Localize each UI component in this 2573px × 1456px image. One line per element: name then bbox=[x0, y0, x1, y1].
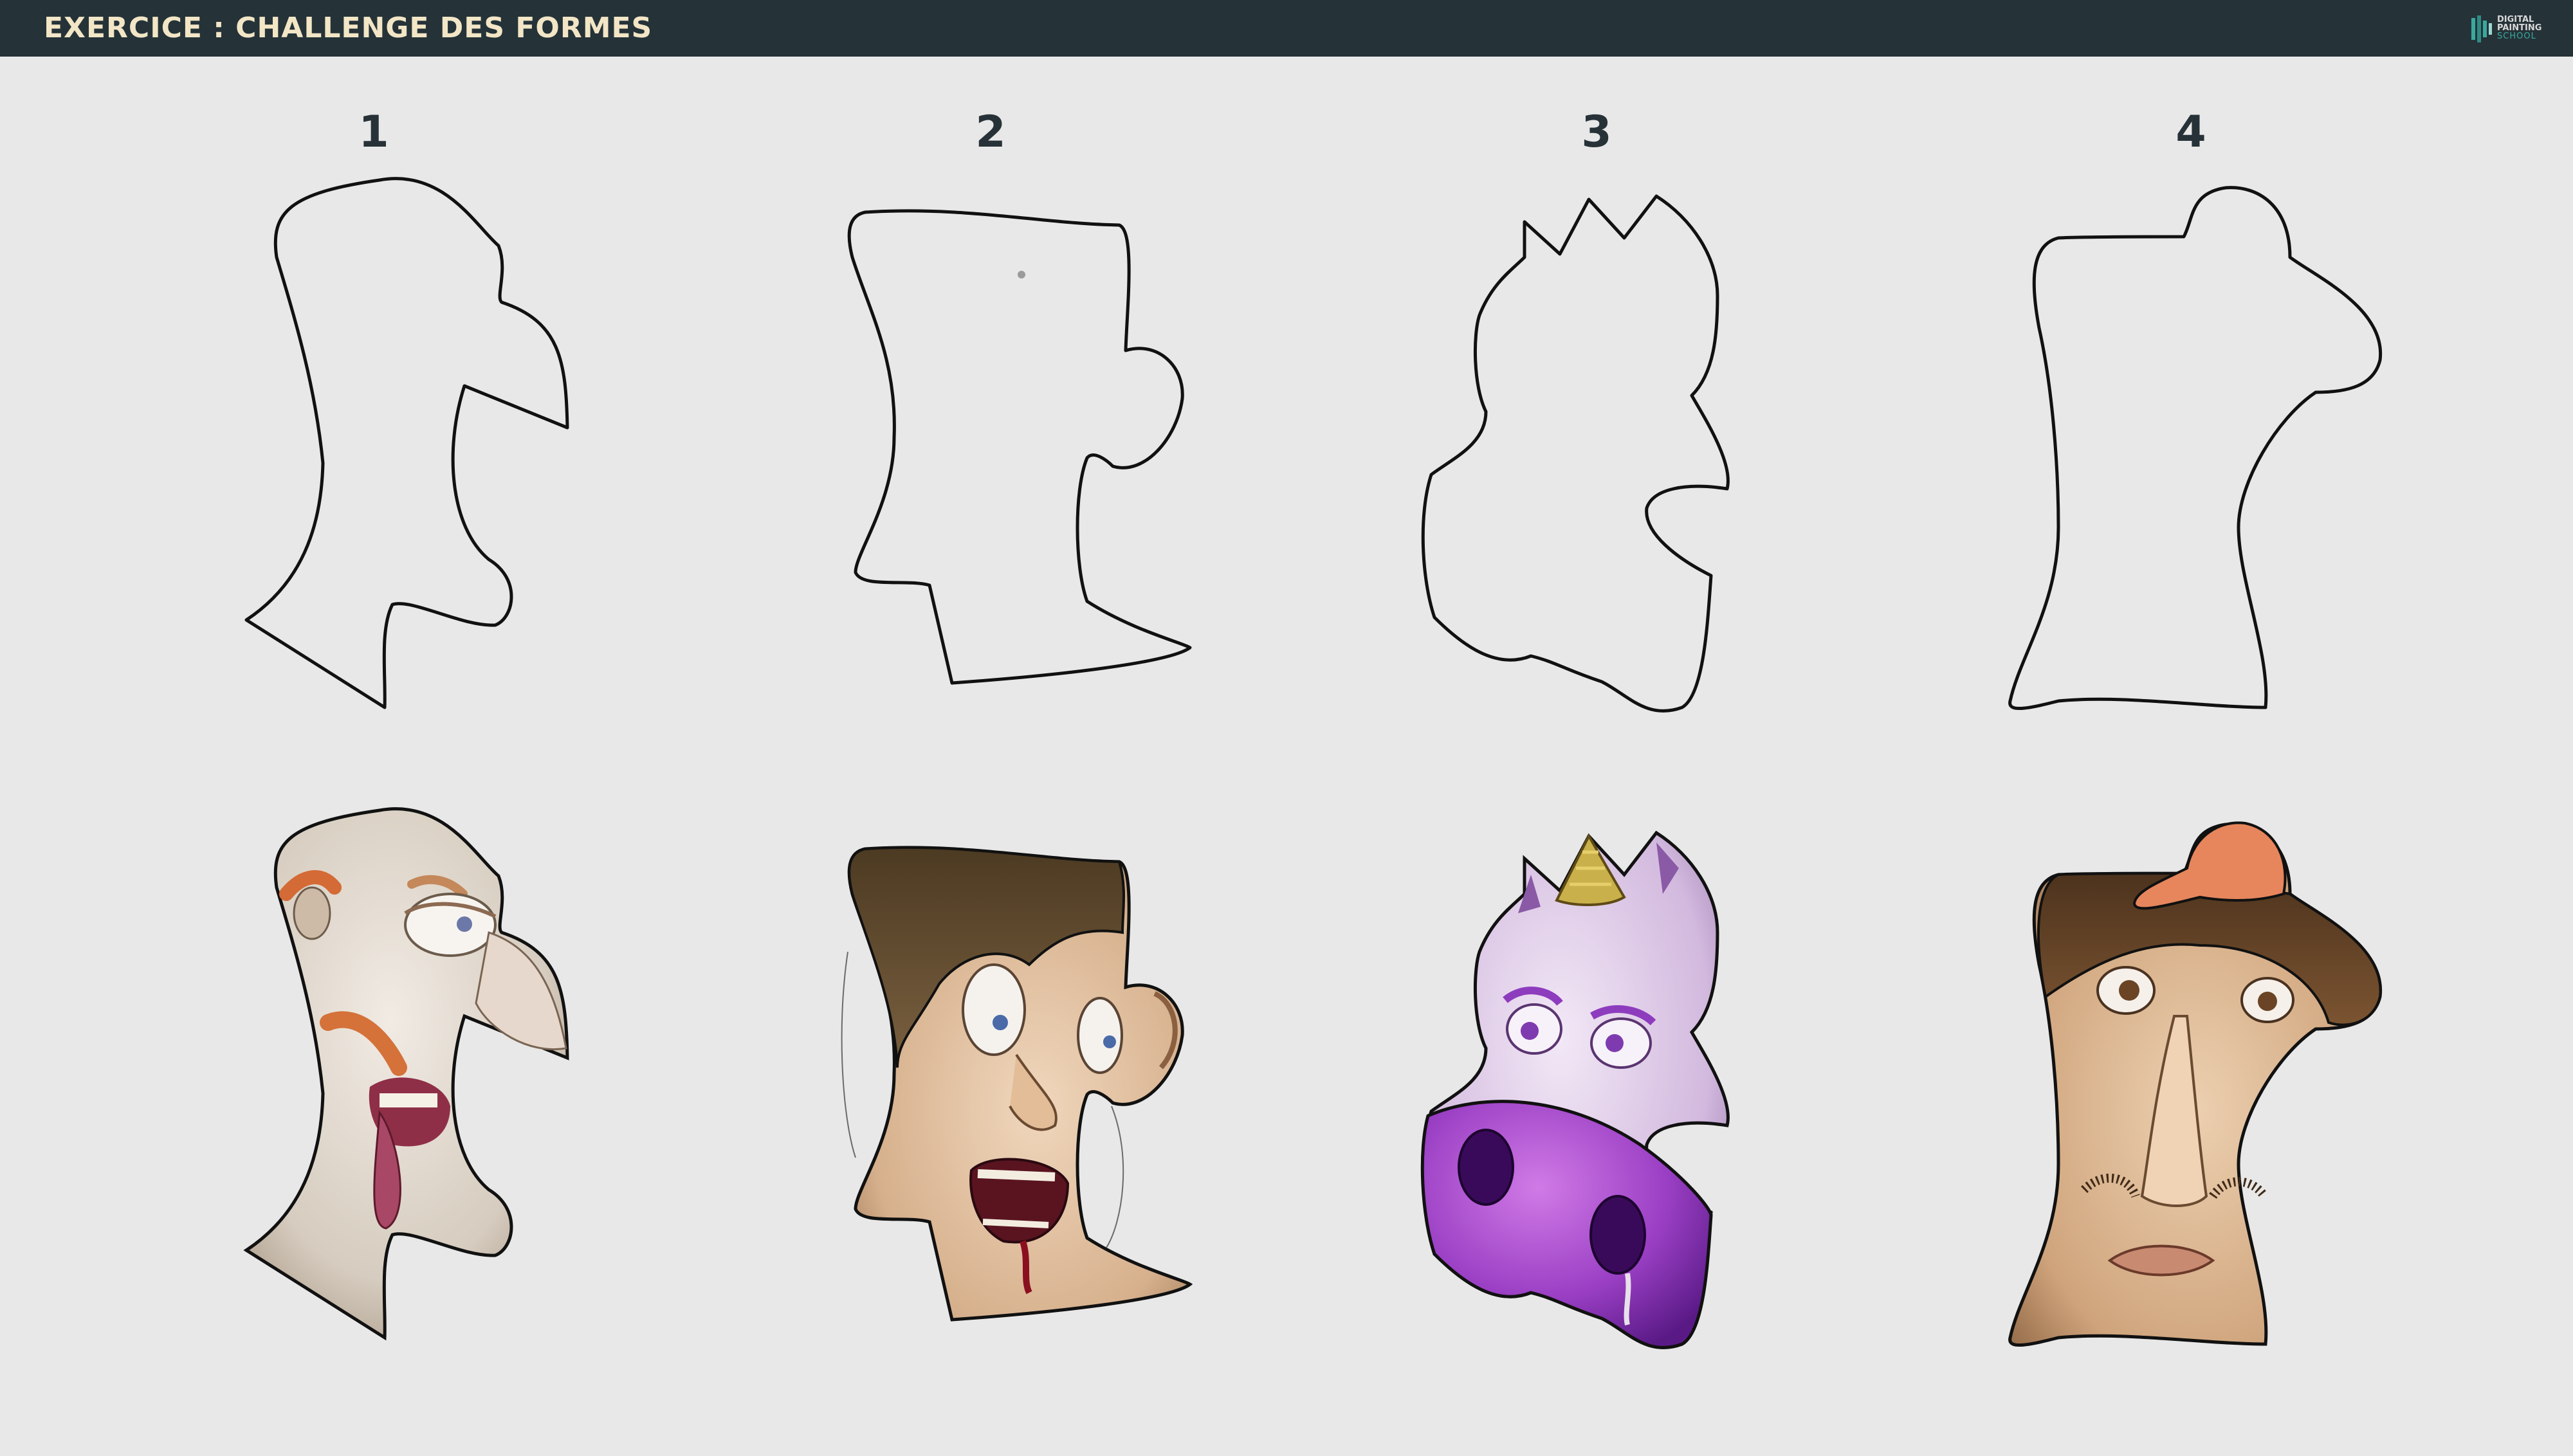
character-2-shouting-man bbox=[841, 846, 1193, 1322]
outline-shape-1 bbox=[244, 177, 569, 709]
character-3-unicorn-pig bbox=[1420, 830, 1730, 1349]
outline-shape-2 bbox=[847, 209, 1192, 685]
stray-dot bbox=[1018, 271, 1025, 278]
outline-shape-3 bbox=[1421, 194, 1730, 713]
character-1-old-man bbox=[243, 807, 569, 1341]
outline-shape-4 bbox=[2008, 186, 2383, 710]
exercise-canvas bbox=[243, 177, 2383, 1349]
character-4-cap-man bbox=[2008, 821, 2383, 1347]
